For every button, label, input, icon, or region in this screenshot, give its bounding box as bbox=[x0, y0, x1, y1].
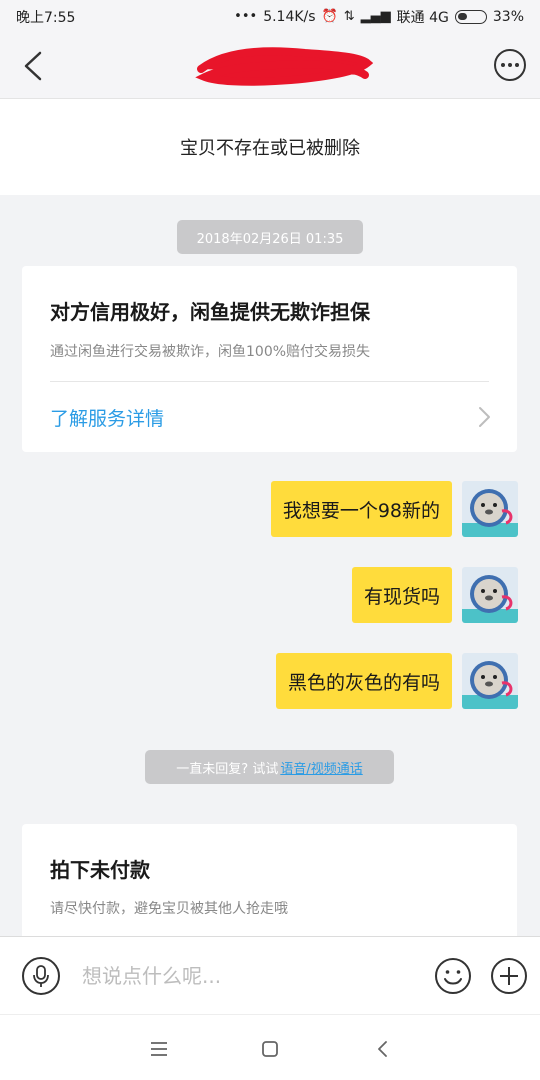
status-indicators: ••• 5.14K/s ⏰ ⇅ ▂▄▆ 联通 4G 33% bbox=[234, 7, 524, 27]
call-suggestion: 一直未回复? 试试 语音/视频通话 bbox=[145, 750, 394, 784]
unpaid-order-card[interactable]: 拍下未付款 请尽快付款，避免宝贝被其他人抢走哦 bbox=[22, 824, 517, 954]
battery-level: 33% bbox=[492, 8, 524, 25]
avatar[interactable] bbox=[462, 567, 518, 623]
more-notifications-icon: ••• bbox=[234, 9, 258, 24]
unpaid-description: 请尽快付款，避免宝贝被其他人抢走哦 bbox=[50, 901, 288, 917]
redaction-scribble bbox=[195, 47, 373, 86]
guarantee-title: 对方信用极好，闲鱼提供无欺诈担保 bbox=[50, 300, 370, 324]
chevron-right-icon[interactable] bbox=[477, 406, 491, 428]
message-row: 有现货吗 bbox=[351, 567, 518, 623]
signal-icon: ▂▄▆ bbox=[360, 9, 391, 24]
message-bubble[interactable]: 我想要一个98新的 bbox=[270, 481, 452, 537]
status-time: 晚上7:55 bbox=[16, 9, 76, 26]
avatar[interactable] bbox=[462, 653, 518, 709]
network-speed: 5.14K/s bbox=[263, 8, 316, 25]
microphone-icon[interactable] bbox=[22, 957, 60, 995]
voice-video-call-link[interactable]: 语音/视频通话 bbox=[280, 758, 362, 777]
guarantee-description: 通过闲鱼进行交易被欺诈，闲鱼100%赔付交易损失 bbox=[50, 344, 371, 360]
guarantee-card: 对方信用极好，闲鱼提供无欺诈担保 通过闲鱼进行交易被欺诈，闲鱼100%赔付交易损… bbox=[22, 266, 517, 452]
message-input[interactable] bbox=[82, 959, 412, 993]
item-status-notice: 宝贝不存在或已被删除 bbox=[0, 99, 540, 195]
unpaid-title: 拍下未付款 bbox=[50, 858, 150, 882]
call-hint-text: 一直未回复? 试试 bbox=[176, 761, 279, 777]
message-timestamp: 2018年02月26日 01:35 bbox=[177, 220, 363, 254]
avatar[interactable] bbox=[462, 481, 518, 537]
home-icon[interactable] bbox=[258, 1037, 282, 1061]
system-navigation-bar bbox=[0, 1014, 540, 1080]
menu-icon[interactable] bbox=[147, 1037, 171, 1061]
battery-icon bbox=[454, 9, 487, 24]
status-bar: 晚上7:55 ••• 5.14K/s ⏰ ⇅ ▂▄▆ 联通 4G 33% bbox=[0, 0, 540, 33]
message-bubble[interactable]: 有现货吗 bbox=[351, 567, 452, 623]
divider bbox=[50, 381, 489, 382]
message-row: 黑色的灰色的有吗 bbox=[275, 653, 518, 709]
message-input-bar bbox=[0, 936, 540, 1014]
message-row: 我想要一个98新的 bbox=[270, 481, 518, 537]
carrier-label: 联通 4G bbox=[396, 9, 449, 26]
message-bubble[interactable]: 黑色的灰色的有吗 bbox=[275, 653, 452, 709]
service-details-link[interactable]: 了解服务详情 bbox=[50, 404, 164, 431]
emoji-icon[interactable] bbox=[434, 957, 472, 995]
back-icon[interactable] bbox=[18, 49, 50, 83]
alarm-icon: ⏰ bbox=[321, 9, 338, 24]
more-options-icon[interactable] bbox=[494, 49, 526, 81]
back-nav-icon[interactable] bbox=[371, 1037, 395, 1061]
plus-icon[interactable] bbox=[490, 957, 528, 995]
data-transfer-icon: ⇅ bbox=[343, 9, 355, 24]
